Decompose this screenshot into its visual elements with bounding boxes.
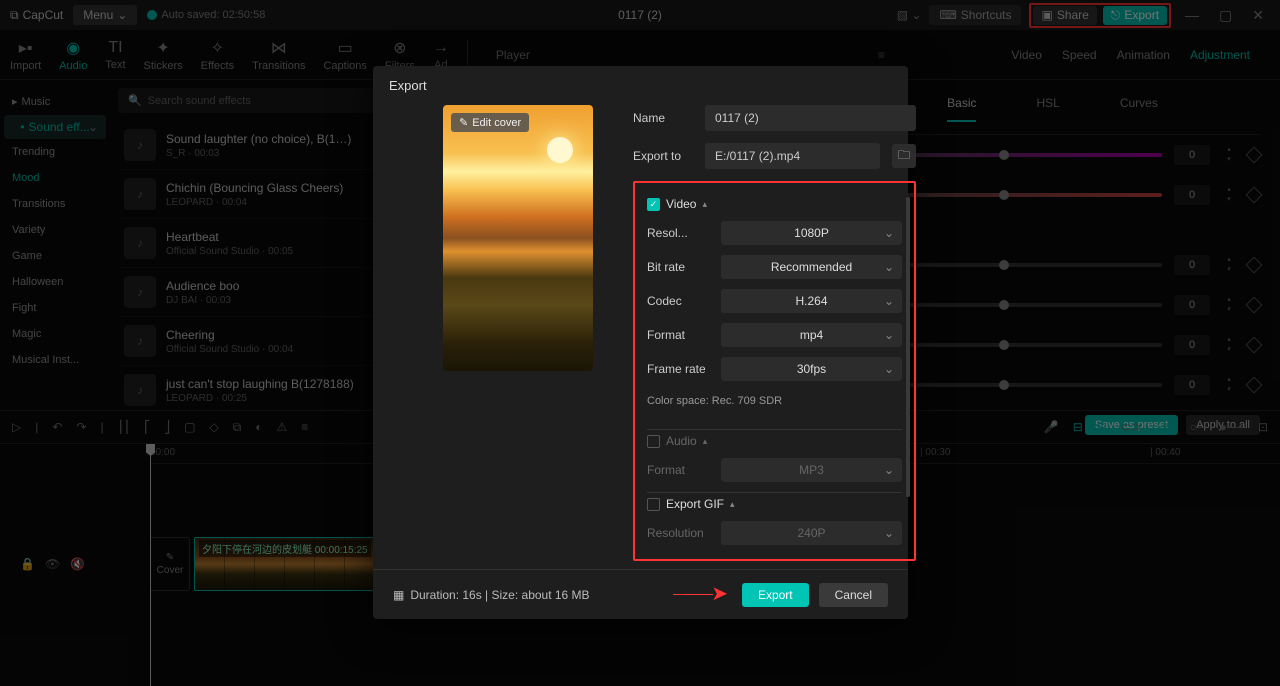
checkbox-off-icon[interactable] xyxy=(647,435,660,448)
framerate-label: Frame rate xyxy=(647,362,711,376)
codec-select[interactable]: H.264 xyxy=(721,289,902,313)
export-settings-highlight: ✓Video ▴ Resol... 1080P Bit rate Recommend… xyxy=(633,181,916,561)
gif-res-label: Resolution xyxy=(647,526,711,540)
video-section[interactable]: ✓Video ▴ xyxy=(647,197,902,211)
arrow-annotation: ➤ xyxy=(673,581,728,606)
checkbox-on-icon[interactable]: ✓ xyxy=(647,198,660,211)
export-preview: ✎Edit cover xyxy=(443,105,593,569)
folder-button[interactable]: 🗀 xyxy=(892,144,916,168)
colorspace-info: Color space: Rec. 709 SDR xyxy=(647,391,902,421)
chevron-up-icon: ▴ xyxy=(703,436,708,447)
scrollbar[interactable] xyxy=(906,197,910,497)
film-icon: ▦ xyxy=(393,588,404,602)
audio-format-select: MP3 xyxy=(721,458,902,482)
folder-icon: 🗀 xyxy=(898,146,910,167)
codec-label: Codec xyxy=(647,294,711,308)
chevron-up-icon: ▴ xyxy=(702,199,707,210)
name-input[interactable] xyxy=(705,105,916,131)
modal-cancel-button[interactable]: Cancel xyxy=(819,583,888,607)
gif-section[interactable]: Export GIF ▴ xyxy=(647,497,902,511)
name-label: Name xyxy=(633,111,693,125)
resolution-label: Resol... xyxy=(647,226,711,240)
pencil-icon: ✎ xyxy=(459,116,468,129)
gif-res-select: 240P xyxy=(721,521,902,545)
modal-title: Export xyxy=(373,66,908,105)
chevron-up-icon: ▴ xyxy=(730,499,735,510)
export-modal: Export ✎Edit cover Name Export to 🗀 ✓Vid… xyxy=(373,66,908,619)
resolution-select[interactable]: 1080P xyxy=(721,221,902,245)
audio-format-label: Format xyxy=(647,463,711,477)
modal-export-button[interactable]: Export xyxy=(742,583,809,607)
audio-section[interactable]: Audio ▴ xyxy=(647,434,902,448)
edit-cover-button[interactable]: ✎Edit cover xyxy=(451,113,529,132)
framerate-select[interactable]: 30fps xyxy=(721,357,902,381)
preview-image: ✎Edit cover xyxy=(443,105,593,371)
export-info: ▦Duration: 16s | Size: about 16 MB xyxy=(393,588,590,602)
export-to-input[interactable] xyxy=(705,143,880,169)
bitrate-select[interactable]: Recommended xyxy=(721,255,902,279)
format-label: Format xyxy=(647,328,711,342)
bitrate-label: Bit rate xyxy=(647,260,711,274)
checkbox-off-icon[interactable] xyxy=(647,498,660,511)
export-to-label: Export to xyxy=(633,149,693,163)
format-select[interactable]: mp4 xyxy=(721,323,902,347)
